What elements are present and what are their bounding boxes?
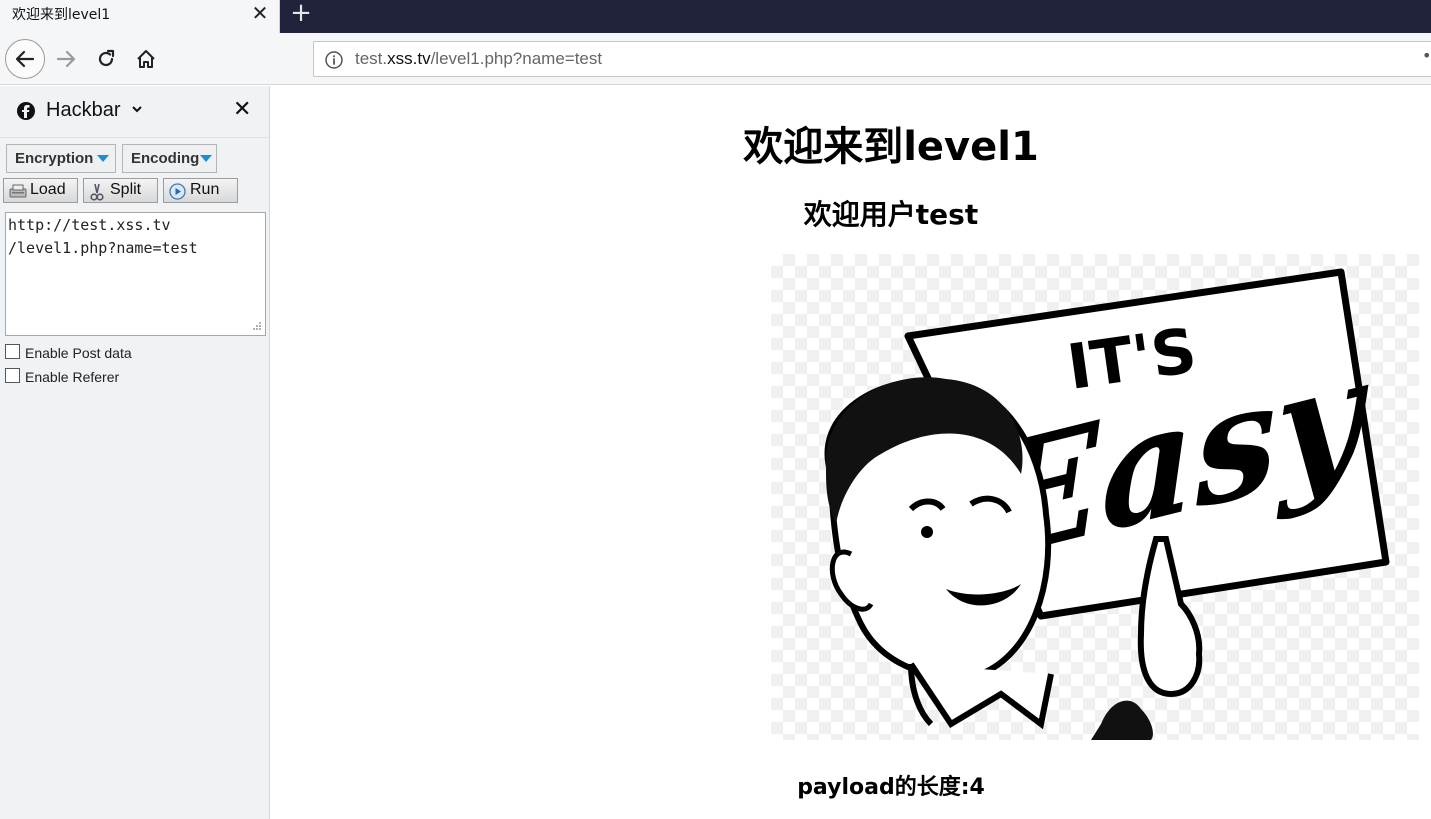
its-easy-image: IT'S Easy xyxy=(771,254,1419,740)
tab-strip: 欢迎来到level1 ✕ + xyxy=(0,0,1431,33)
encoding-dropdown[interactable]: Encoding xyxy=(122,144,217,173)
its-easy-illustration: IT'S Easy xyxy=(824,268,1390,740)
split-button[interactable]: Split xyxy=(83,178,158,203)
encoding-label: Encoding xyxy=(131,150,200,167)
url-text[interactable]: test.xss.tv/level1.php?name=test xyxy=(355,49,602,69)
info-icon[interactable] xyxy=(324,50,344,70)
play-icon xyxy=(169,183,186,200)
navigation-bar: test.xss.tv/level1.php?name=test •• xyxy=(0,33,1431,85)
new-tab-icon[interactable]: + xyxy=(289,0,313,26)
split-label: Split xyxy=(110,181,142,198)
enable-post-label: Enable Post data xyxy=(25,345,132,361)
welcome-user: 欢迎用户test xyxy=(803,198,979,231)
load-icon xyxy=(9,184,27,198)
more-icon[interactable]: •• xyxy=(1422,46,1431,65)
back-button[interactable] xyxy=(5,39,45,79)
encryption-dropdown[interactable]: Encryption xyxy=(6,144,116,173)
load-button[interactable]: Load xyxy=(3,178,78,203)
url-domain: xss.tv xyxy=(387,49,431,68)
chevron-down-icon[interactable] xyxy=(131,103,143,115)
run-button[interactable]: Run xyxy=(163,178,238,203)
home-button[interactable] xyxy=(126,39,166,79)
resize-grip-icon[interactable] xyxy=(250,320,262,332)
page-heading: 欢迎来到level1 xyxy=(743,124,1039,170)
dropdown-arrow-icon xyxy=(200,155,212,162)
arrow-left-icon xyxy=(15,50,35,68)
encryption-label: Encryption xyxy=(15,150,94,167)
close-icon[interactable]: ✕ xyxy=(250,2,270,24)
enable-referer-label: Enable Referer xyxy=(25,369,120,385)
arrow-right-icon xyxy=(56,50,76,68)
close-icon[interactable]: ✕ xyxy=(233,99,251,121)
url-textarea[interactable]: http://test.xss.tv /level1.php?name=test xyxy=(5,212,266,336)
sidebar-header: Hackbar ✕ xyxy=(0,86,269,138)
load-label: Load xyxy=(30,181,66,198)
reload-icon xyxy=(98,49,115,67)
dropdown-arrow-icon xyxy=(97,155,109,162)
hackbar-logo-icon xyxy=(17,102,35,120)
url-prefix: test. xyxy=(355,49,388,68)
address-bar[interactable]: test.xss.tv/level1.php?name=test •• xyxy=(313,41,1431,77)
page-content: 欢迎来到level1 欢迎用户test IT'S Easy payload的长度… xyxy=(271,86,1431,819)
run-label: Run xyxy=(190,181,220,198)
home-icon xyxy=(137,50,155,68)
checkbox[interactable] xyxy=(5,344,20,359)
payload-length: payload的长度:4 xyxy=(797,775,985,800)
scissors-icon xyxy=(90,183,104,201)
tab-active[interactable]: 欢迎来到level1 ✕ xyxy=(0,0,280,33)
url-path: /level1.php?name=test xyxy=(430,49,603,68)
tab-title: 欢迎来到level1 xyxy=(12,7,111,23)
hackbar-sidebar: Hackbar ✕ Encryption Encoding Load Split… xyxy=(0,86,270,819)
reload-button[interactable] xyxy=(86,39,126,79)
checkbox[interactable] xyxy=(5,368,20,383)
forward-button[interactable] xyxy=(46,39,86,79)
sidebar-title[interactable]: Hackbar xyxy=(46,99,120,122)
